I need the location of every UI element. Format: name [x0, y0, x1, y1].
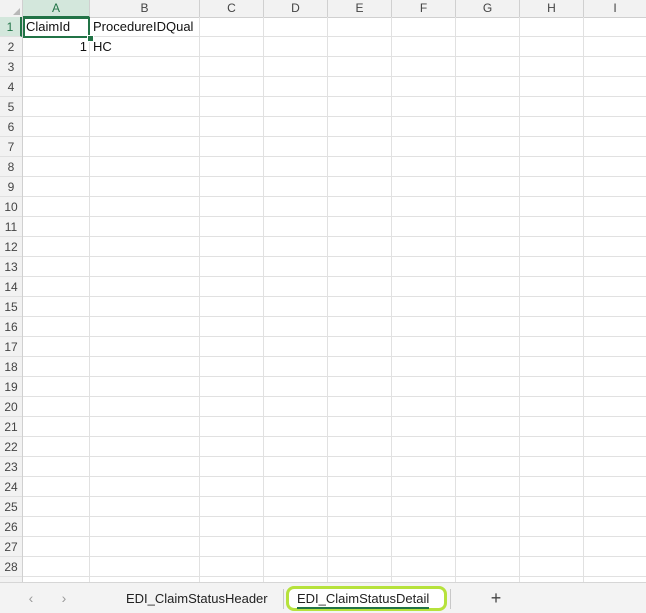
select-all-corner[interactable]	[0, 0, 23, 17]
gridline	[23, 516, 646, 517]
column-headers: A B C D E F G H I	[0, 0, 646, 18]
row-header-5[interactable]: 5	[0, 97, 22, 117]
row-header-8[interactable]: 8	[0, 157, 22, 177]
column-header-d[interactable]: D	[264, 0, 328, 17]
gridline	[23, 276, 646, 277]
row-header-11[interactable]: 11	[0, 217, 22, 237]
cell-b1[interactable]: ProcedureIDQual	[90, 17, 200, 37]
gridline	[23, 496, 646, 497]
row-header-21[interactable]: 21	[0, 417, 22, 437]
gridline	[23, 156, 646, 157]
row-header-2[interactable]: 2	[0, 37, 22, 57]
gridline	[23, 456, 646, 457]
gridline	[23, 96, 646, 97]
row-header-22[interactable]: 22	[0, 437, 22, 457]
tab-separator	[283, 589, 284, 609]
row-headers: 1 2 3 4 5 6 7 8 9 10 11 12 13 14 15 16 17 18 19 20 21 22 23 24 2…	[0, 17, 23, 582]
column-header-e[interactable]: E	[328, 0, 392, 17]
gridline	[23, 436, 646, 437]
gridline	[23, 196, 646, 197]
chevron-right-icon[interactable]: ›	[55, 589, 73, 607]
row-header-19[interactable]: 19	[0, 377, 22, 397]
sheet-tab-bar: ‹ › EDI_ClaimStatusHeader EDI_ClaimStatu…	[0, 582, 646, 613]
row-header-26[interactable]: 26	[0, 517, 22, 537]
gridline	[23, 556, 646, 557]
gridline	[23, 76, 646, 77]
row-header-23[interactable]: 23	[0, 457, 22, 477]
column-header-g[interactable]: G	[456, 0, 520, 17]
gridline	[23, 316, 646, 317]
row-header-17[interactable]: 17	[0, 337, 22, 357]
column-header-c[interactable]: C	[200, 0, 264, 17]
row-header-12[interactable]: 12	[0, 237, 22, 257]
gridline	[23, 476, 646, 477]
tab-edi-claimstatusheader[interactable]: EDI_ClaimStatusHeader	[118, 586, 276, 611]
gridline	[23, 256, 646, 257]
cell-b2[interactable]: HC	[90, 37, 200, 57]
gridline	[23, 136, 646, 137]
column-header-h[interactable]: H	[520, 0, 584, 17]
gridline	[23, 116, 646, 117]
gridline	[23, 416, 646, 417]
row-header-10[interactable]: 10	[0, 197, 22, 217]
tab-separator	[450, 589, 451, 609]
column-header-a[interactable]: A	[23, 0, 90, 18]
cell-a2[interactable]: 1	[23, 37, 90, 57]
column-header-b[interactable]: B	[90, 0, 200, 17]
gridline	[23, 376, 646, 377]
row-header-20[interactable]: 20	[0, 397, 22, 417]
fill-handle[interactable]	[87, 35, 94, 42]
row-header-27[interactable]: 27	[0, 537, 22, 557]
row-header-24[interactable]: 24	[0, 477, 22, 497]
row-header-25[interactable]: 25	[0, 497, 22, 517]
row-header-13[interactable]: 13	[0, 257, 22, 277]
gridline	[23, 336, 646, 337]
tab-edi-claimstatusdetail[interactable]: EDI_ClaimStatusDetail	[286, 586, 447, 611]
row-header-15[interactable]: 15	[0, 297, 22, 317]
row-header-16[interactable]: 16	[0, 317, 22, 337]
gridline	[23, 576, 646, 577]
row-header-6[interactable]: 6	[0, 117, 22, 137]
row-header-9[interactable]: 9	[0, 177, 22, 197]
row-header-3[interactable]: 3	[0, 57, 22, 77]
gridline	[23, 176, 646, 177]
gridline	[23, 216, 646, 217]
row-header-14[interactable]: 14	[0, 277, 22, 297]
column-header-f[interactable]: F	[392, 0, 456, 17]
row-header-18[interactable]: 18	[0, 357, 22, 377]
cell-area[interactable]: ClaimId ProcedureIDQual 1 HC	[23, 17, 646, 582]
plus-icon[interactable]: +	[485, 587, 507, 609]
tab-edi-claimstatusdetail-label: EDI_ClaimStatusDetail	[297, 591, 430, 609]
cell-a1[interactable]: ClaimId	[23, 17, 90, 37]
column-header-i[interactable]: I	[584, 0, 646, 17]
row-header-4[interactable]: 4	[0, 77, 22, 97]
gridline	[23, 296, 646, 297]
gridline	[23, 236, 646, 237]
row-header-7[interactable]: 7	[0, 137, 22, 157]
chevron-left-icon[interactable]: ‹	[22, 589, 40, 607]
row-header-1[interactable]: 1	[0, 17, 22, 37]
gridline	[23, 536, 646, 537]
gridline	[23, 356, 646, 357]
spreadsheet-grid[interactable]: A B C D E F G H I 1 2 3 4 5 6 7 8 9 10 11 12 13 14 15 1…	[0, 0, 646, 582]
gridline	[23, 396, 646, 397]
row-header-28[interactable]: 28	[0, 557, 22, 577]
